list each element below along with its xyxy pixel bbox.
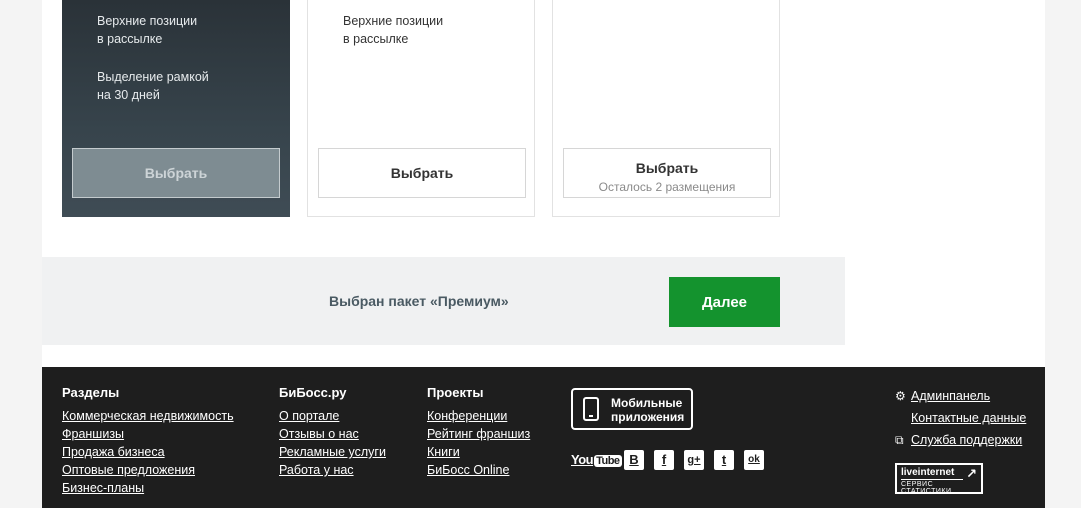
youtube-icon[interactable]: You Tube: [571, 450, 622, 470]
feature-line: Верхние позиции: [343, 14, 444, 28]
twitter-icon[interactable]: t: [714, 450, 734, 470]
footer-link-franchises[interactable]: Франшизы: [62, 425, 234, 443]
footer-link-commercial-realty[interactable]: Коммерческая недвижимость: [62, 407, 234, 425]
footer-link-ad-services[interactable]: Рекламные услуги: [279, 443, 386, 461]
package-feature: Выделение рамкой на 30 дней: [97, 68, 209, 104]
feature-line: в рассылке: [97, 32, 163, 46]
next-button[interactable]: Далее: [669, 277, 780, 327]
select-package-3-button[interactable]: Выбрать Осталось 2 размещения: [563, 148, 771, 198]
select-package-premium-button[interactable]: Выбрать: [72, 148, 280, 198]
liveinternet-underline: [901, 479, 963, 480]
footer-link-business-plans[interactable]: Бизнес-планы: [62, 479, 234, 497]
google-plus-icon[interactable]: g+: [684, 450, 704, 470]
remaining-placements-text: Осталось 2 размещения: [598, 179, 736, 194]
liveinternet-counter[interactable]: liveinternet ↗ СЕРВИС СТАТИСТИКИ: [895, 463, 983, 495]
footer-admin-links: ⚙ Админпанель Контактные данные ⧉ Служба п…: [895, 385, 1026, 451]
facebook-icon[interactable]: f: [654, 450, 674, 470]
footer: Разделы Коммерческая недвижимость Франши…: [42, 367, 1045, 508]
arrow-up-right-icon: ↗: [966, 466, 977, 481]
package-feature: Верхние позиции в рассылке: [343, 12, 443, 48]
footer-link-franchise-rating[interactable]: Рейтинг франшиз: [427, 425, 530, 443]
mobile-apps-line: Мобильные: [611, 396, 683, 410]
package-card-premium: Верхние позиции в рассылке Выделение рам…: [62, 0, 290, 217]
page: Верхние позиции в рассылке Выделение рам…: [42, 0, 1045, 508]
footer-link-business-sale[interactable]: Продажа бизнеса: [62, 443, 234, 461]
mobile-apps-button[interactable]: Мобильные приложения: [571, 388, 693, 430]
footer-link-books[interactable]: Книги: [427, 443, 530, 461]
footer-link-careers[interactable]: Работа у нас: [279, 461, 386, 479]
footer-link-conferences[interactable]: Конференции: [427, 407, 530, 425]
contacts-link[interactable]: Контактные данные: [895, 407, 1026, 429]
feature-line: на 30 дней: [97, 88, 160, 102]
selected-package-text: Выбран пакет «Премиум»: [329, 293, 509, 309]
feature-line: Верхние позиции: [97, 14, 198, 28]
admin-panel-label: Админпанель: [911, 389, 991, 403]
admin-panel-link[interactable]: ⚙ Админпанель: [895, 385, 1026, 407]
package-card-2: Верхние позиции в рассылке Выбрать: [307, 0, 535, 217]
youtube-tube-text: Tube: [594, 455, 622, 467]
mobile-apps-line: приложения: [611, 410, 685, 424]
smartphone-icon: [583, 397, 599, 421]
footer-link-reviews[interactable]: Отзывы о нас: [279, 425, 386, 443]
footer-link-biboss-online[interactable]: БиБосс Online: [427, 461, 530, 479]
feature-line: в рассылке: [343, 32, 409, 46]
summary-arrow-shape: [802, 257, 845, 345]
gear-icon: ⚙: [895, 389, 906, 403]
footer-biboss-column: БиБосс.ру О портале Отзывы о нас Рекламн…: [279, 385, 386, 479]
select-button-label: Выбрать: [635, 159, 699, 176]
select-button-label: Выбрать: [144, 165, 208, 181]
footer-biboss-title: БиБосс.ру: [279, 385, 347, 400]
youtube-you-text: You: [571, 452, 594, 467]
footer-projects-column: Проекты Конференции Рейтинг франшиз Книг…: [427, 385, 530, 479]
select-package-2-button[interactable]: Выбрать: [318, 148, 526, 198]
support-link[interactable]: ⧉ Служба поддержки: [895, 429, 1026, 451]
footer-link-wholesale[interactable]: Оптовые предложения: [62, 461, 234, 479]
footer-link-about[interactable]: О портале: [279, 407, 386, 425]
selected-package-bar: Выбран пакет «Премиум» Далее: [42, 257, 845, 345]
package-card-3: Выбрать Осталось 2 размещения: [552, 0, 780, 217]
vk-icon[interactable]: В: [624, 450, 644, 470]
external-window-icon: ⧉: [895, 433, 904, 447]
odnoklassniki-icon[interactable]: ok: [744, 450, 764, 470]
liveinternet-name: liveinternet: [901, 467, 955, 478]
liveinternet-subtitle: СЕРВИС СТАТИСТИКИ: [901, 481, 952, 495]
package-feature: Верхние позиции в рассылке: [97, 12, 197, 48]
footer-projects-title: Проекты: [427, 385, 484, 400]
footer-sections-title: Разделы: [62, 385, 120, 400]
footer-sections-column: Разделы Коммерческая недвижимость Франши…: [62, 385, 234, 497]
feature-line: Выделение рамкой: [97, 70, 209, 84]
support-label: Служба поддержки: [911, 433, 1023, 447]
mobile-apps-label: Мобильные приложения: [611, 396, 684, 424]
select-button-label: Выбрать: [390, 165, 454, 181]
